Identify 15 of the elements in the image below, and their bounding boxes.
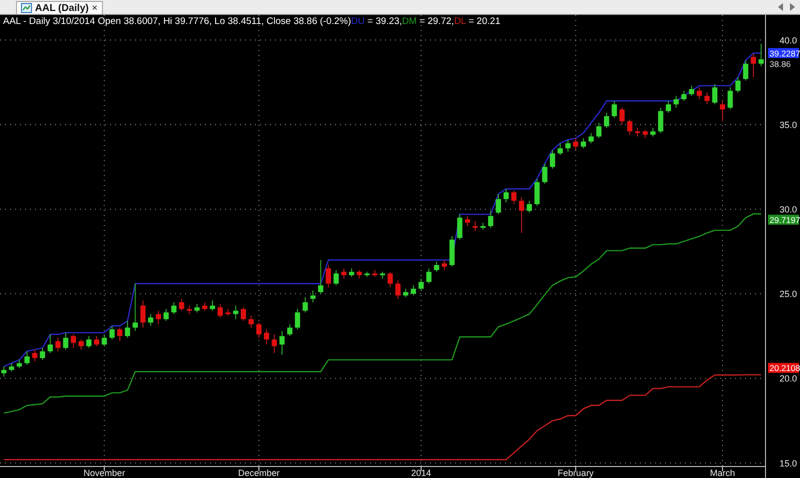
chart-tab[interactable]: AAL (Daily) ×	[16, 1, 103, 14]
axis-label: March	[710, 468, 735, 478]
axis-label: 25.0	[779, 289, 797, 300]
axis-label: 20.0	[779, 374, 797, 384]
axis-label: November	[84, 468, 126, 478]
axis-label: 2014	[411, 468, 432, 478]
close-tab-button[interactable]: ×	[92, 2, 98, 14]
axis-label: December	[238, 468, 280, 478]
axis-label: 40.0	[779, 35, 797, 46]
close-price-label: 38.86	[770, 58, 791, 69]
axis-label: 35.0	[779, 120, 797, 130]
chart-info-text: AAL - Daily 3/10/2014 Open 38.6007, Hi 39.7776, Lo 38.4511, Close 38.86 (-0.2%)DU = 39.23,DM = 29.72,DL = 20.21	[3, 16, 500, 27]
axis-label: 15.0	[779, 458, 797, 468]
axis-label: February	[558, 468, 594, 478]
axis-label: 30.0	[779, 204, 797, 214]
